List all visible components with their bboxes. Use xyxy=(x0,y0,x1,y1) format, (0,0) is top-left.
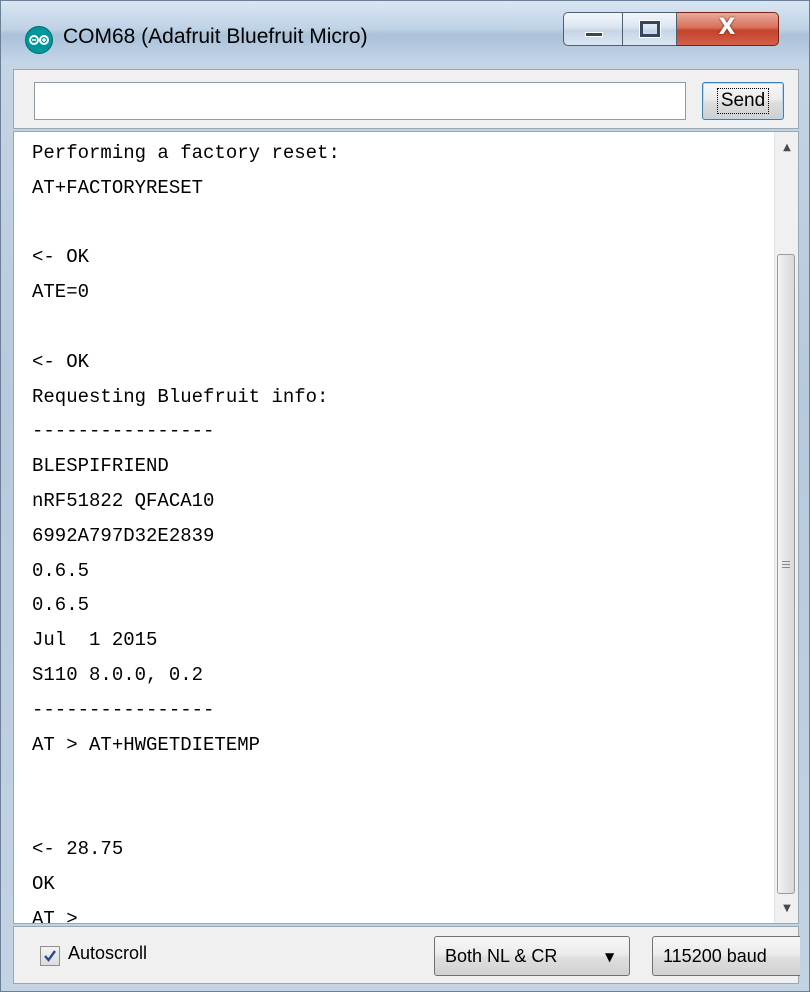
serial-monitor-window: COM68 (Adafruit Bluefruit Micro) X Send … xyxy=(0,0,810,992)
baud-rate-value: 115200 baud xyxy=(663,946,767,966)
scroll-down-arrow-icon[interactable]: ▼ xyxy=(775,893,798,923)
console-line: S110 8.0.0, 0.2 xyxy=(32,663,204,686)
scroll-up-arrow-icon[interactable]: ▲ xyxy=(775,132,798,162)
status-bar: Autoscroll Both NL & CR ▼ 115200 baud xyxy=(13,926,800,984)
console-line: <- 28.75 xyxy=(32,837,124,860)
line-ending-dropdown[interactable]: Both NL & CR ▼ xyxy=(434,936,630,976)
console-line: AT+FACTORYRESET xyxy=(32,176,204,199)
console-line: Requesting Bluefruit info: xyxy=(32,385,329,408)
console-line: 6992A797D32E2839 xyxy=(32,524,215,547)
send-button-label: Send xyxy=(716,88,770,114)
caption-buttons: X xyxy=(563,12,799,48)
console-line: ATE=0 xyxy=(32,281,90,304)
serial-send-input[interactable] xyxy=(34,82,686,120)
console-line: OK xyxy=(32,872,55,895)
scrollbar-grip-icon xyxy=(782,561,790,562)
window-title: COM68 (Adafruit Bluefruit Micro) xyxy=(63,25,368,48)
console-line: 0.6.5 xyxy=(32,594,90,617)
console-line: nRF51822 QFACA10 xyxy=(32,489,215,512)
serial-output[interactable]: Performing a factory reset: AT+FACTORYRES… xyxy=(13,131,799,924)
minimize-icon xyxy=(585,32,603,37)
console-line: Jul 1 2015 xyxy=(32,629,158,652)
console-line: <- OK xyxy=(32,246,90,269)
close-icon: X xyxy=(718,15,736,40)
close-button[interactable]: X xyxy=(677,12,779,46)
console-line: 0.6.5 xyxy=(32,559,90,582)
console-line: AT > xyxy=(32,907,78,924)
chevron-down-icon: ▼ xyxy=(605,950,615,964)
maximize-icon xyxy=(639,20,661,38)
console-line: AT > AT+HWGETDIETEMP xyxy=(32,733,261,756)
checkmark-icon xyxy=(44,950,56,962)
console-line: <- OK xyxy=(32,350,90,373)
baud-rate-dropdown[interactable]: 115200 baud xyxy=(652,936,800,976)
vertical-scrollbar[interactable]: ▲ ▼ xyxy=(774,132,798,923)
console-line: ---------------- xyxy=(32,698,215,721)
console-line: ---------------- xyxy=(32,420,215,443)
title-bar[interactable]: COM68 (Adafruit Bluefruit Micro) X xyxy=(1,1,809,63)
minimize-button[interactable] xyxy=(563,12,623,46)
serial-output-lines: Performing a factory reset: AT+FACTORYRES… xyxy=(32,136,772,924)
scrollbar-thumb[interactable] xyxy=(777,254,795,894)
console-line: BLESPIFRIEND xyxy=(32,455,169,478)
line-ending-value: Both NL & CR xyxy=(445,946,558,966)
autoscroll-label[interactable]: Autoscroll xyxy=(68,943,147,964)
send-bar: Send xyxy=(13,69,799,129)
console-line: Performing a factory reset: xyxy=(32,142,340,164)
arduino-infinity-icon xyxy=(25,26,53,54)
maximize-button[interactable] xyxy=(623,12,677,46)
autoscroll-checkbox[interactable] xyxy=(40,946,60,966)
send-button[interactable]: Send xyxy=(702,82,784,120)
